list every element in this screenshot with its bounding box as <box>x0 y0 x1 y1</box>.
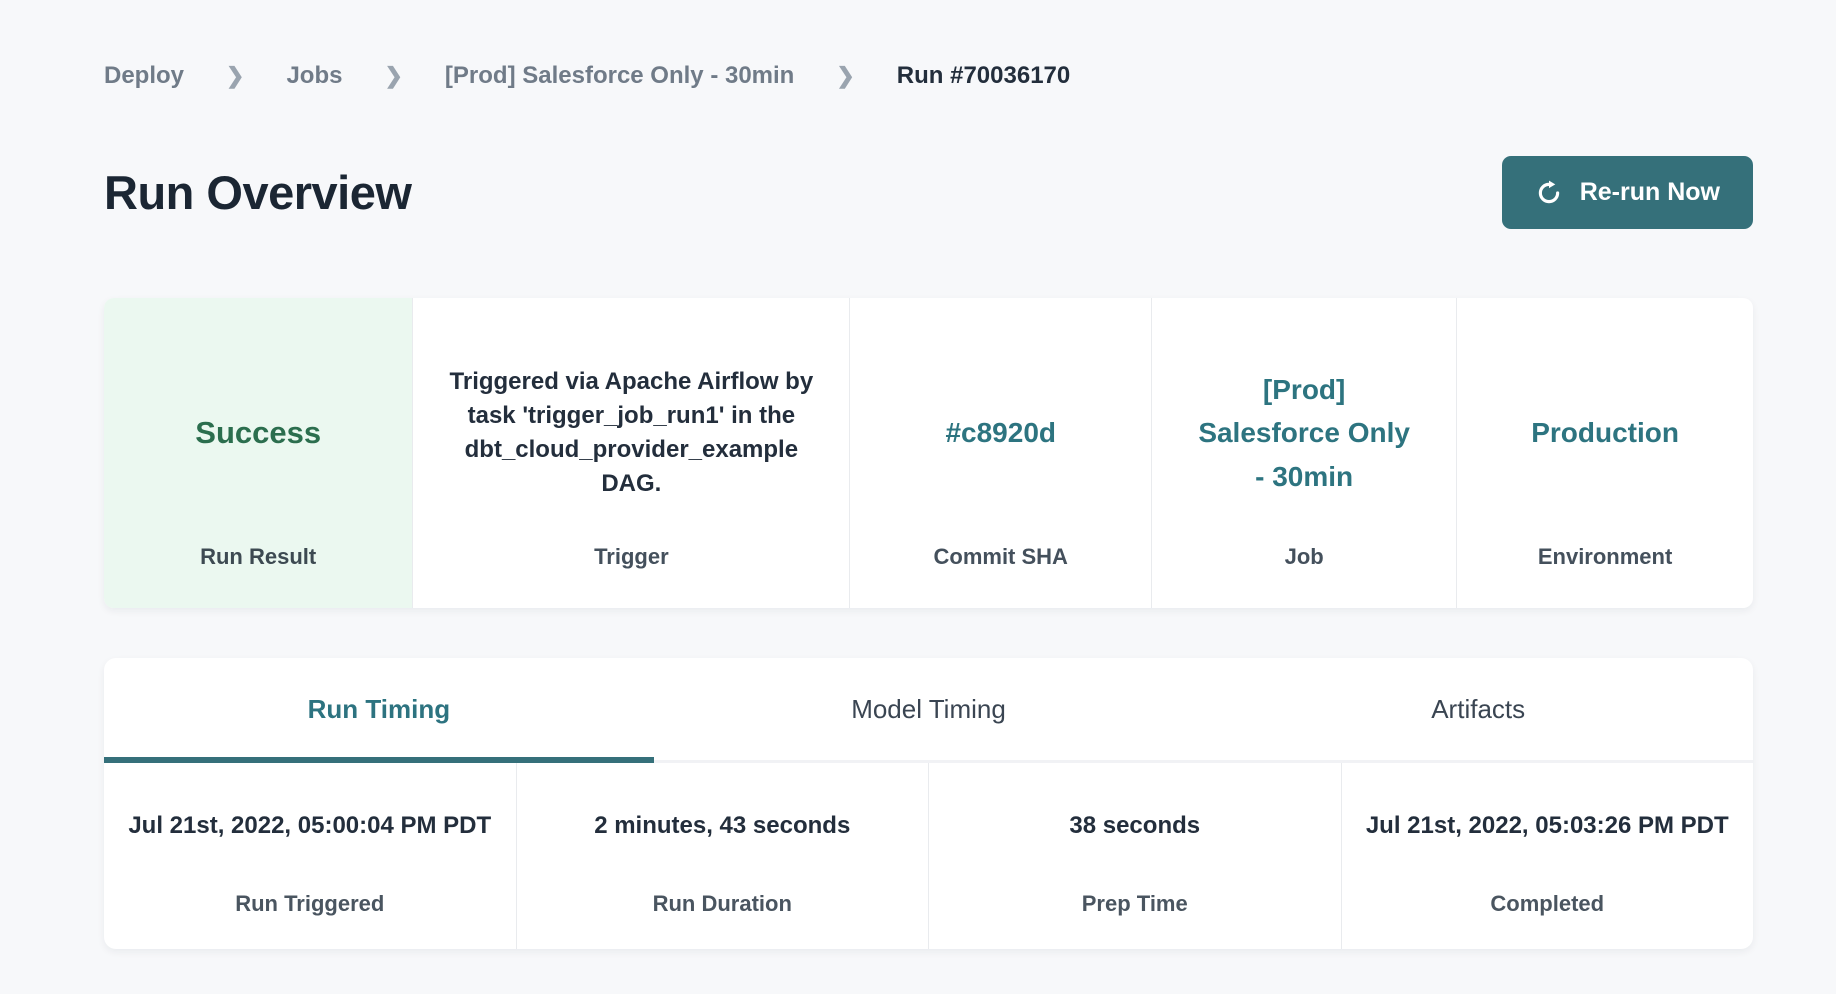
completed-value: Jul 21st, 2022, 05:03:26 PM PDT <box>1357 809 1737 885</box>
prep-time-label: Prep Time <box>929 891 1341 917</box>
page-title: Run Overview <box>104 165 411 220</box>
breadcrumb: Deploy ❯ Jobs ❯ [Prod] Salesforce Only -… <box>104 62 1753 90</box>
run-triggered-value: Jul 21st, 2022, 05:00:04 PM PDT <box>120 809 500 885</box>
job-link[interactable]: [Prod] Salesforce Only - 30min <box>1197 368 1412 498</box>
run-result-status-badge: Success <box>195 415 321 451</box>
run-summary-cards: Success Run Result Triggered via Apache … <box>104 298 1753 608</box>
rerun-now-button-label: Re-run Now <box>1580 178 1720 207</box>
tab-model-timing[interactable]: Model Timing <box>654 658 1204 760</box>
chevron-right-icon: ❯ <box>836 63 854 89</box>
run-result-label: Run Result <box>104 544 412 608</box>
run-duration-label: Run Duration <box>517 891 929 917</box>
job-label: Job <box>1152 544 1456 608</box>
rerun-now-button[interactable]: Re-run Now <box>1502 156 1753 229</box>
run-triggered-cell: Jul 21st, 2022, 05:00:04 PM PDT Run Trig… <box>104 763 516 949</box>
prep-time-value: 38 seconds <box>945 809 1325 885</box>
prep-time-cell: 38 seconds Prep Time <box>928 763 1341 949</box>
tab-run-timing[interactable]: Run Timing <box>104 658 654 760</box>
trigger-card: Triggered via Apache Airflow by task 'tr… <box>412 298 849 608</box>
breadcrumb-jobs[interactable]: Jobs <box>286 62 342 90</box>
run-duration-cell: 2 minutes, 43 seconds Run Duration <box>516 763 929 949</box>
job-card: [Prod] Salesforce Only - 30min Job <box>1151 298 1456 608</box>
environment-link[interactable]: Production <box>1531 411 1679 454</box>
page-header: Run Overview Re-run Now <box>104 156 1753 229</box>
chevron-right-icon: ❯ <box>226 63 244 89</box>
completed-cell: Jul 21st, 2022, 05:03:26 PM PDT Complete… <box>1341 763 1754 949</box>
commit-sha-card: #c8920d Commit SHA <box>849 298 1151 608</box>
environment-label: Environment <box>1457 544 1753 608</box>
chevron-right-icon: ❯ <box>384 63 402 89</box>
breadcrumb-job-name[interactable]: [Prod] Salesforce Only - 30min <box>445 62 794 90</box>
trigger-label: Trigger <box>413 544 849 608</box>
environment-card: Production Environment <box>1456 298 1753 608</box>
run-duration-value: 2 minutes, 43 seconds <box>532 809 912 885</box>
tab-strip: Run Timing Model Timing Artifacts <box>104 658 1753 763</box>
run-timing-panel: Jul 21st, 2022, 05:00:04 PM PDT Run Trig… <box>104 763 1753 949</box>
trigger-description: Triggered via Apache Airflow by task 'tr… <box>443 365 819 501</box>
commit-sha-label: Commit SHA <box>850 544 1151 608</box>
run-result-card: Success Run Result <box>104 298 412 608</box>
breadcrumb-deploy[interactable]: Deploy <box>104 62 184 90</box>
commit-sha-link[interactable]: #c8920d <box>945 411 1056 454</box>
run-detail-panel: Run Timing Model Timing Artifacts Jul 21… <box>104 658 1753 949</box>
breadcrumb-current-run: Run #70036170 <box>897 62 1070 90</box>
run-triggered-label: Run Triggered <box>104 891 516 917</box>
completed-label: Completed <box>1342 891 1754 917</box>
refresh-icon <box>1535 179 1563 207</box>
tab-artifacts[interactable]: Artifacts <box>1203 658 1753 760</box>
run-overview-page: Deploy ❯ Jobs ❯ [Prod] Salesforce Only -… <box>0 0 1836 949</box>
